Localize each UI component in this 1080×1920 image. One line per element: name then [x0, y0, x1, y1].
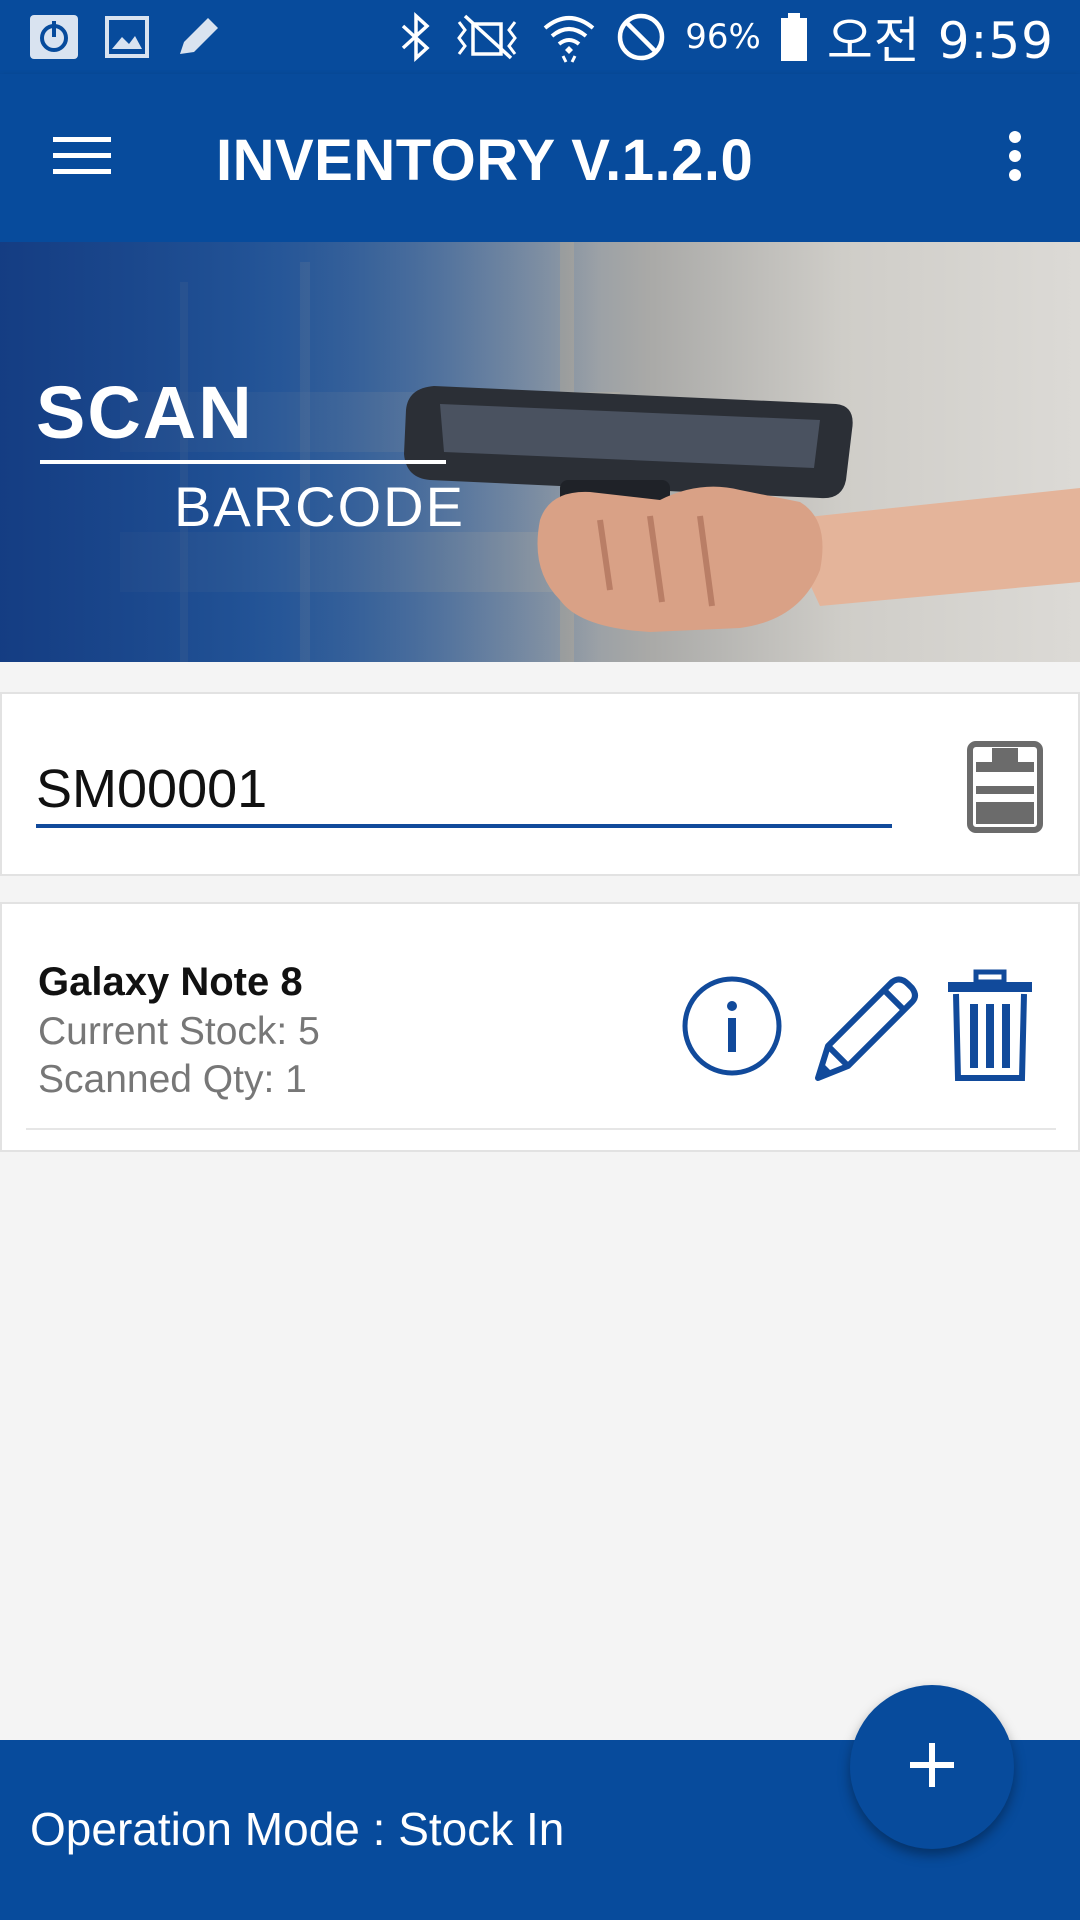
item-scanned-qty: Scanned Qty: 1 — [38, 1058, 307, 1101]
item-current-stock: Current Stock: 5 — [38, 1010, 320, 1053]
barcode-card — [0, 692, 1080, 876]
add-item-fab[interactable] — [850, 1685, 1014, 1849]
battery-percent: 96% — [685, 17, 761, 57]
more-vert-icon — [1008, 130, 1022, 187]
banner-title: SCAN — [36, 371, 254, 454]
add-icon — [908, 1741, 956, 1794]
app-title: INVENTORY V.1.2.0 — [216, 128, 754, 193]
operation-mode-label: Operation Mode : Stock In — [30, 1803, 565, 1855]
battery-icon — [779, 11, 809, 63]
item-edit-button[interactable] — [808, 972, 920, 1084]
vibrate-off-icon — [451, 12, 523, 62]
delete-icon — [946, 969, 1034, 1088]
status-bar-left — [28, 12, 222, 62]
barcode-input[interactable] — [36, 754, 892, 828]
power-icon — [28, 13, 80, 61]
handheld-scanner-illustration — [404, 386, 1080, 632]
menu-button[interactable] — [40, 118, 124, 198]
item-info-button[interactable] — [680, 974, 784, 1078]
banner-divider — [40, 460, 446, 464]
status-bar-right: 96% 오전 9:59 — [399, 6, 1054, 70]
hamburger-menu-icon — [53, 135, 111, 182]
bluetooth-icon — [399, 12, 433, 62]
edit-icon — [808, 976, 920, 1088]
info-icon — [680, 976, 784, 1082]
app-screen: 96% 오전 9:59 INVENTORY V.1.2.0 SCAN BARCO… — [0, 0, 1080, 1920]
item-name: Galaxy Note 8 — [38, 960, 303, 1004]
overflow-menu-button[interactable] — [980, 118, 1050, 198]
item-delete-button[interactable] — [946, 968, 1034, 1084]
wifi-icon — [541, 10, 597, 64]
banner-subtitle: BARCODE — [174, 475, 465, 538]
scan-banner: SCAN BARCODE — [0, 242, 1080, 662]
list-item: Galaxy Note 8 Current Stock: 5 Scanned Q… — [0, 902, 1080, 1152]
clock: 오전 9:59 — [826, 12, 1054, 70]
item-divider — [26, 1128, 1056, 1130]
status-bar: 96% 오전 9:59 — [0, 0, 1080, 74]
image-icon — [104, 15, 150, 59]
pencil-icon — [174, 14, 222, 60]
app-bar: INVENTORY V.1.2.0 — [0, 74, 1080, 242]
scan-barcode-button[interactable] — [966, 740, 1044, 834]
do-not-disturb-icon — [615, 11, 667, 63]
barcode-scanner-icon — [966, 741, 1044, 838]
